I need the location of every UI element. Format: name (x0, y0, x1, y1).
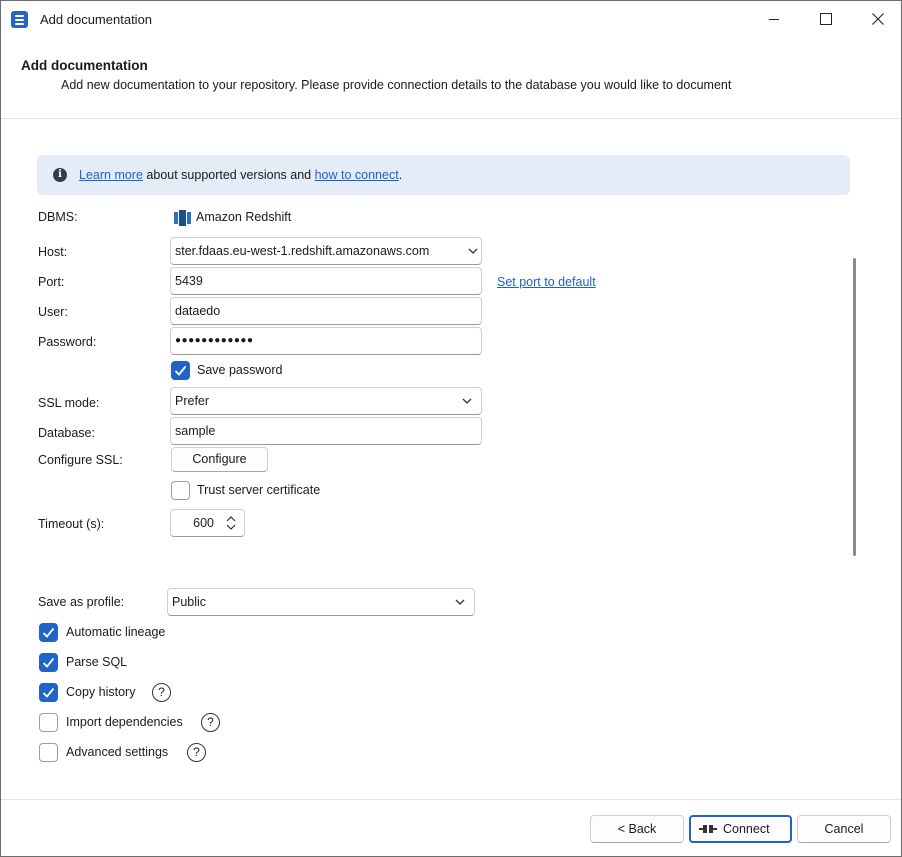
info-banner: i Learn more about supported versions an… (37, 155, 850, 195)
save-password-label: Save password (197, 363, 283, 377)
minimize-button[interactable] (751, 1, 797, 37)
window-title: Add documentation (40, 12, 153, 27)
maximize-button[interactable] (803, 1, 849, 37)
user-value: dataedo (175, 304, 221, 318)
port-value: 5439 (175, 274, 203, 288)
ssl-mode-value: Prefer (175, 394, 210, 408)
info-text: Learn more about supported versions and … (79, 168, 402, 182)
import-dependencies-help-icon[interactable]: ? (201, 713, 220, 732)
dialog-header: Add documentation Add new documentation … (1, 37, 901, 119)
copy-history-checkbox[interactable] (39, 683, 58, 702)
automatic-lineage-checkbox[interactable] (39, 623, 58, 642)
host-combobox[interactable]: ster.fdaas.eu-west-1.redshift.amazonaws.… (170, 237, 482, 265)
close-icon (872, 13, 884, 25)
profile-label: Save as profile: (38, 595, 125, 609)
title-bar: Add documentation (1, 1, 901, 37)
trust-certificate-label: Trust server certificate (197, 483, 321, 497)
profile-value: Public (172, 595, 207, 609)
set-port-default-link[interactable]: Set port to default (497, 275, 596, 289)
minimize-icon (769, 19, 779, 20)
chevron-down-icon (467, 245, 479, 257)
close-button[interactable] (855, 1, 901, 37)
copy-history-help-icon[interactable]: ? (152, 683, 171, 702)
password-input[interactable]: ●●●●●●●●●●●● (170, 327, 482, 355)
ssl-mode-select[interactable]: Prefer (170, 387, 482, 415)
learn-more-link[interactable]: Learn more (79, 168, 143, 182)
chevron-down-icon (462, 398, 472, 404)
checkmark-icon (42, 687, 55, 698)
checkmark-icon (174, 365, 187, 376)
advanced-settings-label: Advanced settings (66, 745, 169, 759)
profile-select[interactable]: Public (167, 588, 475, 616)
user-input[interactable]: dataedo (170, 297, 482, 325)
parse-sql-label: Parse SQL (66, 655, 128, 669)
checkmark-icon (42, 657, 55, 668)
configure-ssl-label: Configure SSL: (38, 453, 123, 467)
configure-ssl-button[interactable]: Configure (171, 447, 268, 472)
redshift-icon (174, 209, 191, 226)
info-text-part1: about supported versions and (142, 168, 315, 182)
save-password-checkbox[interactable] (171, 361, 190, 380)
header-title: Add documentation (21, 58, 148, 73)
copy-history-label: Copy history (66, 685, 136, 699)
database-value: sample (175, 424, 216, 438)
import-dependencies-checkbox[interactable] (39, 713, 58, 732)
trust-certificate-checkbox[interactable] (171, 481, 190, 500)
spinner-arrows-icon[interactable] (226, 516, 236, 530)
info-icon: i (53, 168, 67, 182)
maximize-icon (820, 13, 832, 25)
automatic-lineage-label: Automatic lineage (66, 625, 166, 639)
timeout-value: 600 (193, 516, 214, 530)
dbms-value: Amazon Redshift (196, 210, 292, 224)
header-description: Add new documentation to your repository… (61, 78, 732, 92)
password-label: Password: (38, 335, 97, 349)
timeout-spinner[interactable]: 600 (170, 509, 245, 537)
app-logo-icon (11, 11, 28, 28)
checkmark-icon (42, 627, 55, 638)
dbms-label: DBMS: (38, 210, 78, 224)
parse-sql-checkbox[interactable] (39, 653, 58, 672)
cancel-button[interactable]: Cancel (797, 815, 891, 843)
port-input[interactable]: 5439 (170, 267, 482, 295)
password-value: ●●●●●●●●●●●● (175, 335, 254, 346)
dialog-window: Add documentation Add documentation Add … (0, 0, 902, 857)
import-dependencies-label: Import dependencies (66, 715, 183, 729)
dialog-footer: < Back Connect Cancel (1, 799, 901, 856)
user-label: User: (38, 305, 68, 319)
connect-button[interactable]: Connect (689, 815, 792, 843)
connect-plug-icon (699, 825, 717, 833)
timeout-label: Timeout (s): (38, 517, 105, 531)
how-to-connect-link[interactable]: how to connect (315, 168, 399, 182)
back-button[interactable]: < Back (590, 815, 684, 843)
advanced-settings-checkbox[interactable] (39, 743, 58, 762)
database-label: Database: (38, 426, 95, 440)
host-value: ster.fdaas.eu-west-1.redshift.amazonaws.… (175, 244, 430, 258)
advanced-settings-help-icon[interactable]: ? (187, 743, 206, 762)
info-text-part2: . (398, 168, 403, 182)
vertical-scrollbar[interactable] (853, 258, 856, 556)
port-label: Port: (38, 275, 65, 289)
database-input[interactable]: sample (170, 417, 482, 445)
connect-button-label: Connect (723, 822, 770, 836)
ssl-mode-label: SSL mode: (38, 396, 100, 410)
chevron-down-icon (455, 599, 465, 605)
host-label: Host: (38, 245, 68, 259)
